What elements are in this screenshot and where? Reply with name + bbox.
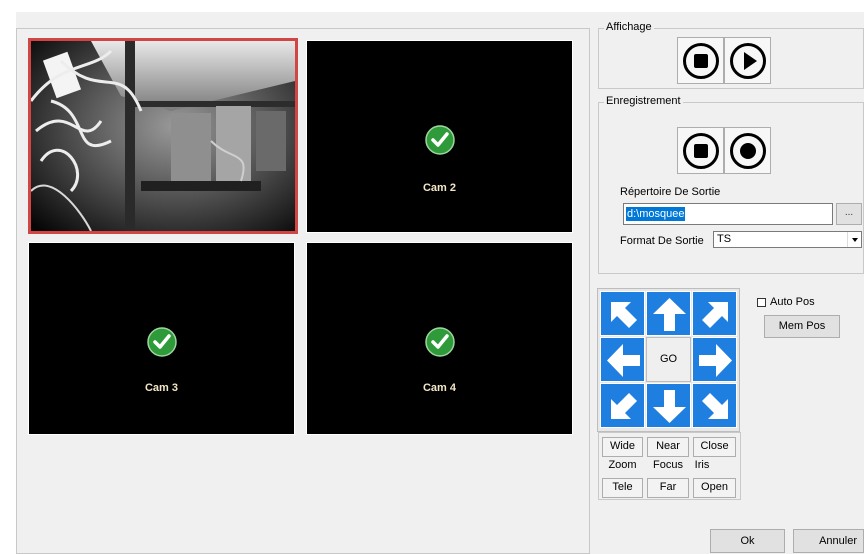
ptz-up-right-button[interactable]	[692, 291, 737, 336]
ptz-down-right-button[interactable]	[692, 383, 737, 428]
auto-pos-label: Auto Pos	[770, 296, 815, 308]
camera-tile-4[interactable]: Cam 4	[306, 242, 573, 435]
camera-tile-2[interactable]: Cam 2	[306, 40, 573, 233]
ptz-down-left-button[interactable]	[600, 383, 645, 428]
check-icon	[146, 327, 177, 357]
focus-label: Focus	[653, 459, 683, 471]
camera-tile-3[interactable]: Cam 3	[28, 242, 295, 435]
ptz-up-left-button[interactable]	[600, 291, 645, 336]
ptz-down-button[interactable]	[646, 383, 691, 428]
arrow-right-icon	[699, 344, 732, 377]
recording-group: Enregistrement Répertoire De Sortie d:\m…	[598, 95, 864, 274]
check-icon	[424, 125, 455, 155]
auto-pos-checkbox[interactable]	[757, 298, 766, 307]
display-group: Affichage	[598, 21, 864, 89]
video-grid: Cam 2 Cam 3 Cam 4	[16, 28, 590, 554]
ptz-right-button[interactable]	[692, 337, 737, 382]
ptz-left-button[interactable]	[600, 337, 645, 382]
zoom-wide-button[interactable]: Wide	[602, 437, 643, 457]
arrow-left-icon	[607, 344, 640, 377]
record-stop-button[interactable]	[677, 127, 724, 174]
stop-icon	[683, 43, 719, 79]
iris-label: Iris	[694, 459, 710, 471]
ptz-up-button[interactable]	[646, 291, 691, 336]
window-top-strip	[0, 0, 864, 12]
arrow-up-right-icon	[702, 302, 728, 328]
arrow-down-left-icon	[611, 393, 637, 419]
play-icon	[730, 43, 766, 79]
ok-button[interactable]: Ok	[710, 529, 785, 553]
arrow-up-left-icon	[611, 302, 637, 328]
main-window: Cam 2 Cam 3 Cam 4 Affichage Enregistreme…	[0, 0, 864, 554]
output-format-label: Format De Sortie	[620, 235, 704, 247]
camera-label: Cam 4	[422, 382, 457, 394]
arrow-up-icon	[653, 298, 686, 331]
ptz-go-button[interactable]: GO	[646, 337, 691, 382]
focus-near-button[interactable]: Near	[647, 437, 689, 457]
output-format-value: TS	[717, 233, 732, 245]
browse-button[interactable]: ...	[836, 203, 862, 225]
mem-pos-button[interactable]: Mem Pos	[764, 315, 840, 338]
output-dir-value: d:\mosquee	[626, 207, 686, 221]
stop-icon	[683, 133, 719, 169]
camera-tile-1[interactable]	[28, 38, 298, 234]
record-start-button[interactable]	[724, 127, 771, 174]
camera-label: Cam 2	[422, 182, 457, 194]
display-play-button[interactable]	[724, 37, 771, 84]
arrow-down-icon	[653, 390, 686, 423]
camera-label: Cam 3	[144, 382, 179, 394]
iris-open-button[interactable]: Open	[693, 478, 736, 498]
cancel-button[interactable]: Annuler	[793, 529, 864, 553]
output-dir-input[interactable]: d:\mosquee	[623, 203, 833, 225]
camera-feed-image	[31, 41, 295, 231]
check-icon	[424, 327, 455, 357]
ptz-pad: GO	[597, 288, 740, 432]
focus-far-button[interactable]: Far	[647, 478, 689, 498]
display-group-title: Affichage	[604, 21, 654, 33]
chevron-down-icon	[847, 232, 861, 247]
output-format-select[interactable]: TS	[713, 231, 862, 248]
iris-close-button[interactable]: Close	[693, 437, 736, 457]
record-icon	[730, 133, 766, 169]
zoom-label: Zoom	[608, 459, 637, 471]
arrow-down-right-icon	[702, 393, 728, 419]
window-left-edge	[0, 12, 16, 554]
recording-group-title: Enregistrement	[604, 95, 683, 107]
display-stop-button[interactable]	[677, 37, 724, 84]
output-dir-label: Répertoire De Sortie	[620, 186, 721, 198]
zoom-tele-button[interactable]: Tele	[602, 478, 643, 498]
